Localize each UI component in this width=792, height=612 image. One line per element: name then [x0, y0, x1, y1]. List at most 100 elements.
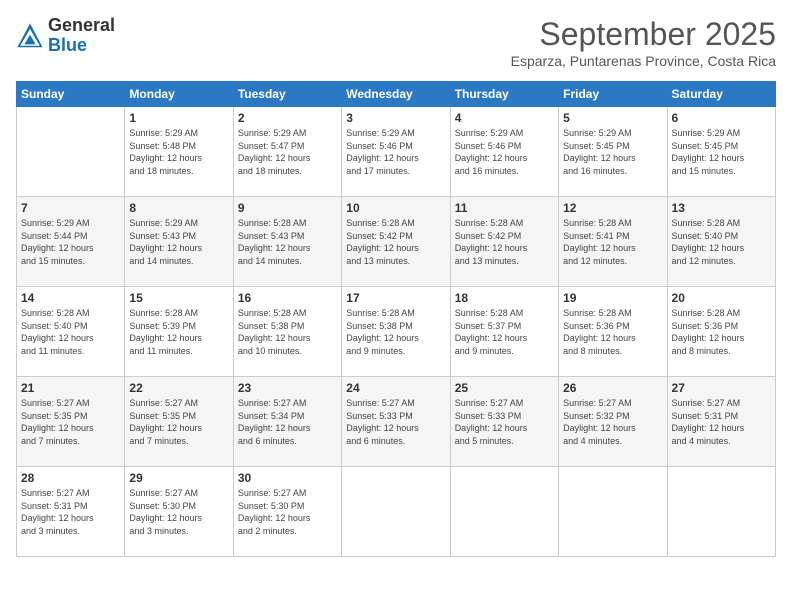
day-cell: 30 Sunrise: 5:27 AM Sunset: 5:30 PM Dayli…: [233, 467, 341, 557]
day-info: Sunrise: 5:27 AM Sunset: 5:30 PM Dayligh…: [238, 487, 337, 537]
location-subtitle: Esparza, Puntarenas Province, Costa Rica: [511, 53, 776, 69]
day-number: 27: [672, 381, 771, 395]
day-cell: [342, 467, 450, 557]
day-number: 11: [455, 201, 554, 215]
day-cell: 19Sunrise: 5:28 AM Sunset: 5:36 PM Dayli…: [559, 287, 667, 377]
day-number: 16: [238, 291, 337, 305]
day-cell: [17, 107, 125, 197]
day-info: Sunrise: 5:28 AM Sunset: 5:38 PM Dayligh…: [238, 307, 337, 357]
day-info: Sunrise: 5:28 AM Sunset: 5:41 PM Dayligh…: [563, 217, 662, 267]
day-cell: 26Sunrise: 5:27 AM Sunset: 5:32 PM Dayli…: [559, 377, 667, 467]
day-cell: 15Sunrise: 5:28 AM Sunset: 5:39 PM Dayli…: [125, 287, 233, 377]
day-number: 26: [563, 381, 662, 395]
day-number: 13: [672, 201, 771, 215]
day-cell: 8Sunrise: 5:29 AM Sunset: 5:43 PM Daylig…: [125, 197, 233, 287]
day-info: Sunrise: 5:29 AM Sunset: 5:45 PM Dayligh…: [672, 127, 771, 177]
day-cell: 18 Sunrise: 5:28 AM Sunset: 5:37 PM Dayli…: [450, 287, 558, 377]
day-number: 5: [563, 111, 662, 125]
header-row: SundayMondayTuesdayWednesdayThursdayFrid…: [17, 82, 776, 107]
day-cell: 6 Sunrise: 5:29 AM Sunset: 5:45 PM Daylig…: [667, 107, 775, 197]
day-number: 3: [346, 111, 445, 125]
day-info: Sunrise: 5:28 AM Sunset: 5:43 PM Dayligh…: [238, 217, 337, 267]
header-day-thursday: Thursday: [450, 82, 558, 107]
header-day-monday: Monday: [125, 82, 233, 107]
day-cell: 5 Sunrise: 5:29 AM Sunset: 5:45 PM Daylig…: [559, 107, 667, 197]
day-number: 23: [238, 381, 337, 395]
logo-blue-text: Blue: [48, 36, 115, 56]
logo-icon: [16, 22, 44, 50]
header-day-saturday: Saturday: [667, 82, 775, 107]
day-info: Sunrise: 5:27 AM Sunset: 5:33 PM Dayligh…: [346, 397, 445, 447]
day-cell: [559, 467, 667, 557]
day-number: 28: [21, 471, 120, 485]
day-number: 24: [346, 381, 445, 395]
day-number: 30: [238, 471, 337, 485]
day-number: 10: [346, 201, 445, 215]
day-cell: 9 Sunrise: 5:28 AM Sunset: 5:43 PM Daylig…: [233, 197, 341, 287]
day-info: Sunrise: 5:28 AM Sunset: 5:36 PM Dayligh…: [563, 307, 662, 357]
day-cell: 2 Sunrise: 5:29 AM Sunset: 5:47 PM Daylig…: [233, 107, 341, 197]
day-number: 7: [21, 201, 120, 215]
day-cell: 29 Sunrise: 5:27 AM Sunset: 5:30 PM Dayli…: [125, 467, 233, 557]
day-number: 17: [346, 291, 445, 305]
day-cell: 7 Sunrise: 5:29 AM Sunset: 5:44 PM Daylig…: [17, 197, 125, 287]
day-info: Sunrise: 5:29 AM Sunset: 5:45 PM Dayligh…: [563, 127, 662, 177]
day-info: Sunrise: 5:28 AM Sunset: 5:38 PM Dayligh…: [346, 307, 445, 357]
month-title: September 2025: [511, 16, 776, 53]
day-number: 4: [455, 111, 554, 125]
calendar-header: SundayMondayTuesdayWednesdayThursdayFrid…: [17, 82, 776, 107]
day-number: 25: [455, 381, 554, 395]
header-day-wednesday: Wednesday: [342, 82, 450, 107]
day-info: Sunrise: 5:27 AM Sunset: 5:35 PM Dayligh…: [129, 397, 228, 447]
header-day-sunday: Sunday: [17, 82, 125, 107]
logo-general-text: General: [48, 16, 115, 36]
day-number: 2: [238, 111, 337, 125]
day-info: Sunrise: 5:27 AM Sunset: 5:30 PM Dayligh…: [129, 487, 228, 537]
header-day-friday: Friday: [559, 82, 667, 107]
header-day-tuesday: Tuesday: [233, 82, 341, 107]
logo-text: General Blue: [48, 16, 115, 56]
day-number: 6: [672, 111, 771, 125]
day-number: 29: [129, 471, 228, 485]
day-number: 22: [129, 381, 228, 395]
day-info: Sunrise: 5:28 AM Sunset: 5:42 PM Dayligh…: [455, 217, 554, 267]
day-number: 9: [238, 201, 337, 215]
day-cell: 14Sunrise: 5:28 AM Sunset: 5:40 PM Dayli…: [17, 287, 125, 377]
day-info: Sunrise: 5:28 AM Sunset: 5:42 PM Dayligh…: [346, 217, 445, 267]
day-cell: 10 Sunrise: 5:28 AM Sunset: 5:42 PM Dayli…: [342, 197, 450, 287]
day-info: Sunrise: 5:28 AM Sunset: 5:36 PM Dayligh…: [672, 307, 771, 357]
day-cell: [450, 467, 558, 557]
week-row-4: 21 Sunrise: 5:27 AM Sunset: 5:35 PM Dayli…: [17, 377, 776, 467]
day-info: Sunrise: 5:28 AM Sunset: 5:37 PM Dayligh…: [455, 307, 554, 357]
day-number: 20: [672, 291, 771, 305]
day-info: Sunrise: 5:27 AM Sunset: 5:31 PM Dayligh…: [672, 397, 771, 447]
day-cell: 13 Sunrise: 5:28 AM Sunset: 5:40 PM Dayli…: [667, 197, 775, 287]
day-cell: 16 Sunrise: 5:28 AM Sunset: 5:38 PM Dayli…: [233, 287, 341, 377]
week-row-2: 7 Sunrise: 5:29 AM Sunset: 5:44 PM Daylig…: [17, 197, 776, 287]
day-cell: 11 Sunrise: 5:28 AM Sunset: 5:42 PM Dayli…: [450, 197, 558, 287]
title-area: September 2025 Esparza, Puntarenas Provi…: [511, 16, 776, 69]
day-info: Sunrise: 5:29 AM Sunset: 5:44 PM Dayligh…: [21, 217, 120, 267]
day-cell: [667, 467, 775, 557]
logo: General Blue: [16, 16, 115, 56]
day-cell: 27 Sunrise: 5:27 AM Sunset: 5:31 PM Dayli…: [667, 377, 775, 467]
day-number: 18: [455, 291, 554, 305]
week-row-1: 1Sunrise: 5:29 AM Sunset: 5:48 PM Daylig…: [17, 107, 776, 197]
day-info: Sunrise: 5:28 AM Sunset: 5:39 PM Dayligh…: [129, 307, 228, 357]
day-cell: 1Sunrise: 5:29 AM Sunset: 5:48 PM Daylig…: [125, 107, 233, 197]
day-cell: 20 Sunrise: 5:28 AM Sunset: 5:36 PM Dayli…: [667, 287, 775, 377]
day-cell: 17 Sunrise: 5:28 AM Sunset: 5:38 PM Dayli…: [342, 287, 450, 377]
day-info: Sunrise: 5:29 AM Sunset: 5:47 PM Dayligh…: [238, 127, 337, 177]
day-cell: 12Sunrise: 5:28 AM Sunset: 5:41 PM Dayli…: [559, 197, 667, 287]
week-row-3: 14Sunrise: 5:28 AM Sunset: 5:40 PM Dayli…: [17, 287, 776, 377]
day-info: Sunrise: 5:28 AM Sunset: 5:40 PM Dayligh…: [672, 217, 771, 267]
day-cell: 28Sunrise: 5:27 AM Sunset: 5:31 PM Dayli…: [17, 467, 125, 557]
day-info: Sunrise: 5:29 AM Sunset: 5:48 PM Dayligh…: [129, 127, 228, 177]
day-cell: 21Sunrise: 5:27 AM Sunset: 5:35 PM Dayli…: [17, 377, 125, 467]
day-cell: 22 Sunrise: 5:27 AM Sunset: 5:35 PM Dayli…: [125, 377, 233, 467]
day-cell: 3Sunrise: 5:29 AM Sunset: 5:46 PM Daylig…: [342, 107, 450, 197]
day-cell: 24 Sunrise: 5:27 AM Sunset: 5:33 PM Dayli…: [342, 377, 450, 467]
day-cell: 23Sunrise: 5:27 AM Sunset: 5:34 PM Dayli…: [233, 377, 341, 467]
day-info: Sunrise: 5:28 AM Sunset: 5:40 PM Dayligh…: [21, 307, 120, 357]
day-number: 21: [21, 381, 120, 395]
